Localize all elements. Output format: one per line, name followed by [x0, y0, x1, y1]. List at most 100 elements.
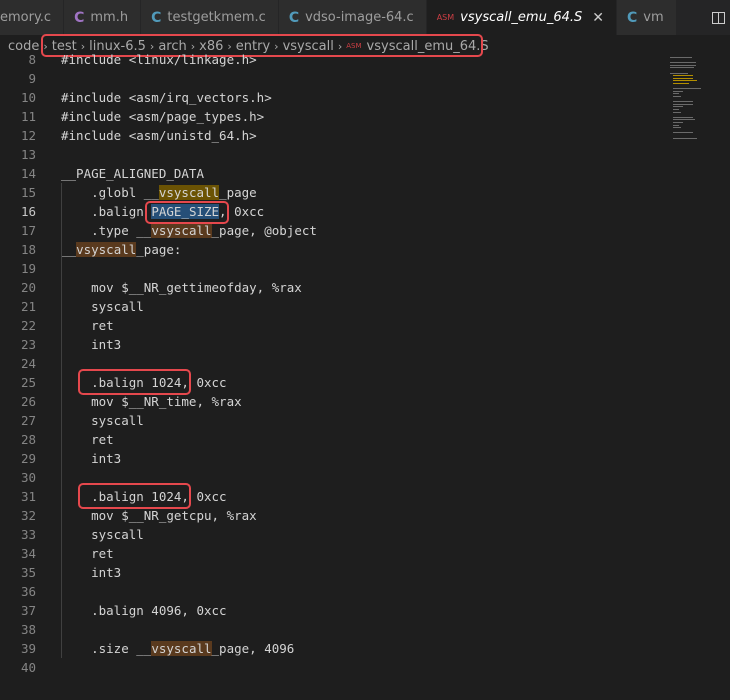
minimap-line [673, 106, 683, 108]
minimap-line [673, 90, 683, 92]
code-text: #include <linux/linkage.h> [61, 52, 257, 67]
tab-3[interactable]: Cvdso-image-64.c [278, 0, 427, 35]
code-line[interactable]: 18 __vsyscall_page: [0, 240, 668, 259]
line-number: 12 [20, 128, 36, 143]
line-number: 8 [28, 52, 36, 67]
close-tab-icon[interactable]: ✕ [592, 10, 604, 26]
minimap-line [673, 111, 681, 113]
highlighted-token: PAGE_SIZE [151, 204, 220, 219]
code-line[interactable]: 31 .balign 1024, 0xcc [0, 487, 668, 506]
line-number: 11 [20, 109, 36, 124]
highlighted-token: vsyscall [151, 641, 212, 656]
code-text: .balign 4096, 0xcc [61, 603, 227, 618]
line-number: 25 [20, 375, 36, 390]
minimap-line [673, 77, 693, 79]
code-segment: .globl __ [61, 185, 159, 200]
line-number: 33 [20, 527, 36, 542]
minimap-line [670, 64, 696, 66]
code-text: mov $__NR_gettimeofday, %rax [61, 280, 302, 295]
code-line[interactable]: 12 #include <asm/unistd_64.h> [0, 126, 668, 145]
code-line[interactable]: 14 __PAGE_ALIGNED_DATA [0, 164, 668, 183]
line-number: 40 [20, 660, 36, 675]
c-file-icon: C [151, 9, 162, 26]
line-number: 35 [20, 565, 36, 580]
tab-5[interactable]: Cvm [617, 0, 677, 35]
minimap-line [673, 96, 681, 97]
code-line[interactable]: 19 [0, 259, 668, 278]
code-line[interactable]: 40 [0, 658, 668, 677]
c-header-icon: C [74, 9, 85, 26]
line-number: 17 [20, 223, 36, 238]
code-line[interactable]: 13 [0, 145, 668, 164]
tab-label: testgetkmem.c [167, 10, 266, 25]
line-number: 15 [20, 185, 36, 200]
code-line[interactable]: 38 [0, 620, 668, 639]
code-line[interactable]: 35 int3 [0, 563, 668, 582]
c-file-icon: C [627, 9, 638, 26]
code-line[interactable]: 23 int3 [0, 335, 668, 354]
code-line[interactable]: 30 [0, 468, 668, 487]
code-line[interactable]: 21 syscall [0, 297, 668, 316]
line-number: 30 [20, 470, 36, 485]
line-number: 16 [20, 204, 36, 219]
code-line[interactable]: 17 .type __vsyscall_page, @object [0, 221, 668, 240]
code-line[interactable]: 29 int3 [0, 449, 668, 468]
split-editor-button[interactable] [706, 0, 730, 35]
code-line[interactable]: 33 syscall [0, 525, 668, 544]
code-text: ret [61, 432, 114, 447]
line-number: 28 [20, 432, 36, 447]
code-line[interactable]: 22 ret [0, 316, 668, 335]
code-line[interactable]: 39 .size __vsyscall_page, 4096 [0, 639, 668, 658]
line-number: 24 [20, 356, 36, 371]
code-line[interactable]: 16 .balign PAGE_SIZE, 0xcc [0, 202, 668, 221]
code-line[interactable]: 28 ret [0, 430, 668, 449]
code-line[interactable]: 8 #include <linux/linkage.h> [0, 50, 668, 69]
tab-label: emory.c [0, 10, 52, 25]
minimap-line [670, 57, 692, 58]
code-text: int3 [61, 565, 122, 580]
line-number: 20 [20, 280, 36, 295]
line-number: 22 [20, 318, 36, 333]
minimap-line [673, 80, 697, 82]
code-text: .size __vsyscall_page, 4096 [61, 641, 294, 656]
tab-0[interactable]: emory.c [0, 0, 65, 35]
code-line[interactable]: 11 #include <asm/page_types.h> [0, 107, 668, 126]
tab-label: mm.h [90, 10, 129, 25]
code-text: int3 [61, 451, 122, 466]
line-number: 14 [20, 166, 36, 181]
code-line[interactable]: 15 .globl __vsyscall_page [0, 183, 668, 202]
code-line[interactable]: 32 mov $__NR_getcpu, %rax [0, 506, 668, 525]
minimap-line [673, 132, 693, 134]
code-editor[interactable]: 8 #include <linux/linkage.h> 9 10 #include <… [0, 52, 730, 700]
code-segment: .type __ [61, 223, 152, 238]
c-file-icon: C [288, 9, 300, 26]
code-text: #include <asm/unistd_64.h> [61, 128, 257, 143]
code-line[interactable]: 34 ret [0, 544, 668, 563]
tab-4[interactable]: ASM vsyscall_emu_64.S ✕ [426, 0, 617, 35]
code-segment: .size __ [61, 641, 152, 656]
line-number: 29 [20, 451, 36, 466]
minimap-line [673, 101, 693, 103]
vertical-scrollbar[interactable] [716, 57, 730, 700]
asm-file-icon: ASM [436, 13, 455, 22]
minimap-line [673, 137, 697, 139]
line-number: 23 [20, 337, 36, 352]
minimap[interactable] [670, 57, 716, 147]
line-number: 38 [20, 622, 36, 637]
code-text: mov $__NR_getcpu, %rax [61, 508, 257, 523]
code-line[interactable]: 20 mov $__NR_gettimeofday, %rax [0, 278, 668, 297]
line-number: 34 [20, 546, 36, 561]
code-line[interactable]: 27 syscall [0, 411, 668, 430]
tab-2[interactable]: Ctestgetkmem.c [141, 0, 279, 35]
code-line[interactable]: 9 [0, 69, 668, 88]
code-line[interactable]: 24 [0, 354, 668, 373]
code-line[interactable]: 10 #include <asm/irq_vectors.h> [0, 88, 668, 107]
code-line[interactable]: 36 [0, 582, 668, 601]
code-line[interactable]: 37 .balign 4096, 0xcc [0, 601, 668, 620]
code-text: int3 [61, 337, 122, 352]
code-segment: .balign [61, 204, 152, 219]
code-line[interactable]: 25 .balign 1024, 0xcc [0, 373, 668, 392]
tab-1[interactable]: Cmm.h [64, 0, 142, 35]
code-line[interactable]: 26 mov $__NR_time, %rax [0, 392, 668, 411]
code-segment: _page: [136, 242, 182, 257]
